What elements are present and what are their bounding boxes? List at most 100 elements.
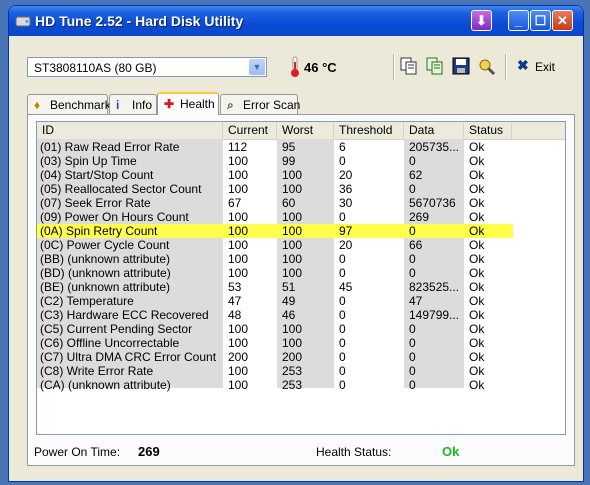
cell-current: 100 (228, 322, 249, 336)
cell-threshold: 0 (339, 294, 346, 308)
table-row[interactable]: (BE) (unknown attribute) 53 51 45 823525... O… (37, 280, 565, 294)
cell-status: Ok (469, 350, 485, 364)
cell-worst: 100 (282, 182, 303, 196)
cell-threshold: 0 (339, 252, 346, 266)
cell-id: (01) Raw Read Error Rate (40, 140, 180, 154)
tab-label: Benchmark (50, 98, 111, 112)
cell-threshold: 0 (339, 322, 346, 336)
cell-status: Ok (469, 364, 485, 378)
column-header-id[interactable]: ID (37, 122, 223, 139)
cell-id: (C6) Offline Uncorrectable (40, 336, 180, 350)
column-header-data[interactable]: Data (404, 122, 464, 139)
exit-label: Exit (535, 60, 556, 74)
drive-select[interactable]: ST3808110AS (80 GB) ▼ (27, 57, 267, 77)
cell-status: Ok (469, 210, 485, 224)
chevron-down-icon[interactable]: ▼ (249, 59, 265, 75)
cell-data: 0 (409, 266, 416, 280)
table-row[interactable]: (C6) Offline Uncorrectable 100 100 0 0 Ok (37, 336, 565, 350)
tab-benchmark[interactable]: ♦ Benchmark (27, 94, 111, 114)
cell-id: (C5) Current Pending Sector (40, 322, 193, 336)
save-icon[interactable] (451, 56, 471, 76)
cell-id: (C7) Ultra DMA CRC Error Count (40, 350, 217, 364)
table-row[interactable]: (09) Power On Hours Count 100 100 0 269 Ok (37, 210, 565, 224)
table-row[interactable]: (C5) Current Pending Sector 100 100 0 0 Ok (37, 322, 565, 336)
table-header: ID Current Worst Threshold Data Status (37, 122, 565, 140)
exit-button[interactable]: ✖ Exit (515, 56, 559, 76)
cell-current: 100 (228, 252, 249, 266)
tab-label: Error Scan (243, 98, 301, 112)
cell-data: 269 (409, 210, 430, 224)
cell-worst: 49 (282, 294, 296, 308)
column-header-current[interactable]: Current (223, 122, 277, 139)
table-row[interactable]: (05) Reallocated Sector Count 100 100 36 0 Ok (37, 182, 565, 196)
cell-status: Ok (469, 280, 485, 294)
power-on-time-label: Power On Time: (34, 445, 121, 459)
info-icon: i (116, 98, 120, 112)
table-row[interactable]: (CA) (unknown attribute) 100 253 0 0 Ok (37, 378, 565, 392)
cell-worst: 99 (282, 154, 296, 168)
table-row[interactable]: (03) Spin Up Time 100 99 0 0 Ok (37, 154, 565, 168)
cell-status: Ok (469, 336, 485, 350)
cell-id: (C8) Write Error Rate (40, 364, 154, 378)
thermometer-icon (291, 56, 299, 77)
cell-status: Ok (469, 182, 485, 196)
table-row[interactable]: (C3) Hardware ECC Recovered 48 46 0 149799..… (37, 308, 565, 322)
cell-id: (05) Reallocated Sector Count (40, 182, 202, 196)
cell-status: Ok (469, 140, 485, 154)
tab-error-scan[interactable]: ⌕ Error Scan (220, 94, 301, 114)
table-row[interactable]: (C7) Ultra DMA CRC Error Count 200 200 0 0 Ok (37, 350, 565, 364)
table-row[interactable]: (BD) (unknown attribute) 100 100 0 0 Ok (37, 266, 565, 280)
close-button[interactable]: ✕ (552, 10, 573, 31)
cell-threshold: 0 (339, 154, 346, 168)
cell-data: 5670736 (409, 196, 456, 210)
table-row[interactable]: (BB) (unknown attribute) 100 100 0 0 Ok (37, 252, 565, 266)
cell-current: 100 (228, 238, 249, 252)
cell-id: (09) Power On Hours Count (40, 210, 189, 224)
minimize-button[interactable]: _ (508, 10, 529, 31)
options-icon[interactable] (477, 56, 497, 76)
table-row[interactable]: (0C) Power Cycle Count 100 100 20 66 Ok (37, 238, 565, 252)
column-header-worst[interactable]: Worst (277, 122, 334, 139)
cell-current: 67 (228, 196, 242, 210)
table-row[interactable]: (0A) Spin Retry Count 100 100 97 0 Ok (37, 224, 513, 238)
table-row[interactable]: (04) Start/Stop Count 100 100 20 62 Ok (37, 168, 565, 182)
table-row[interactable]: (07) Seek Error Rate 67 60 30 5670736 Ok (37, 196, 565, 210)
tab-health[interactable]: ✚ Health (157, 92, 219, 115)
copy-all-icon[interactable] (425, 56, 445, 76)
title-bar[interactable]: HD Tune 2.52 - Hard Disk Utility ⬇ _ ☐ ✕ (9, 6, 583, 36)
cell-current: 53 (228, 280, 242, 294)
cell-data: 149799... (409, 308, 460, 322)
app-disk-icon (15, 16, 31, 27)
cell-threshold: 0 (339, 336, 346, 350)
status-footer: Power On Time: 269 Health Status: Ok (28, 433, 574, 463)
column-header-threshold[interactable]: Threshold (334, 122, 404, 139)
cell-data: 0 (409, 252, 416, 266)
table-row[interactable]: (C2) Temperature 47 49 0 47 Ok (37, 294, 565, 308)
cell-status: Ok (469, 154, 485, 168)
download-icon[interactable]: ⬇ (471, 10, 492, 31)
cell-threshold: 20 (339, 238, 353, 252)
cell-status: Ok (469, 238, 485, 252)
drive-select-value: ST3808110AS (80 GB) (34, 61, 157, 75)
cell-data: 0 (409, 322, 416, 336)
cell-current: 100 (228, 224, 249, 238)
cell-worst: 46 (282, 308, 296, 322)
column-header-status[interactable]: Status (464, 122, 512, 139)
table-row[interactable]: (C8) Write Error Rate 100 253 0 0 Ok (37, 364, 565, 378)
cell-data: 0 (409, 154, 416, 168)
toolbar-separator (393, 54, 395, 80)
cell-data: 0 (409, 364, 416, 378)
cell-threshold: 97 (339, 224, 353, 238)
cell-worst: 253 (282, 364, 303, 378)
cell-id: (C3) Hardware ECC Recovered (40, 308, 209, 322)
maximize-button[interactable]: ☐ (530, 10, 551, 31)
table-row[interactable]: (01) Raw Read Error Rate 112 95 6 205735... O… (37, 140, 565, 154)
power-on-time-value: 269 (138, 444, 160, 459)
cell-current: 100 (228, 336, 249, 350)
tab-info[interactable]: i Info (109, 94, 157, 114)
cell-current: 100 (228, 378, 249, 392)
cell-threshold: 6 (339, 140, 346, 154)
cell-id: (03) Spin Up Time (40, 154, 137, 168)
copy-icon[interactable] (399, 56, 419, 76)
cell-threshold: 0 (339, 210, 346, 224)
